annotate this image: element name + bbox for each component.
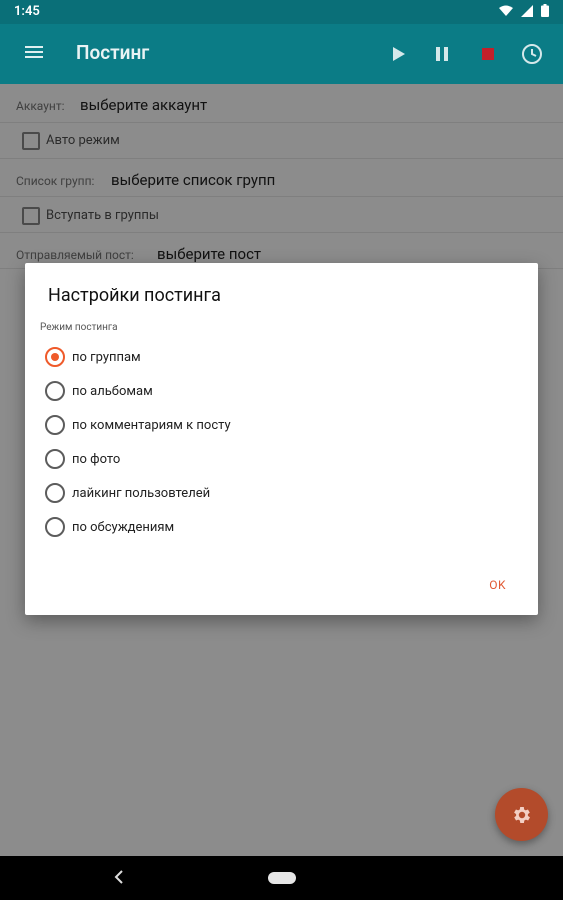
radio-label: по группам (72, 349, 141, 365)
stop-button[interactable] (475, 41, 501, 67)
auto-mode-checkbox[interactable] (22, 132, 40, 150)
status-icons (499, 4, 549, 17)
navigation-bar (0, 856, 563, 900)
menu-icon[interactable] (22, 40, 46, 64)
radio-option-albums[interactable]: по альбомам (45, 378, 153, 404)
page-title: Постинг (76, 41, 150, 64)
settings-fab[interactable] (495, 788, 548, 841)
signal-icon (521, 4, 533, 17)
account-label: Аккаунт: (16, 99, 65, 113)
radio-label: по комментариям к посту (72, 417, 231, 433)
gear-icon (513, 806, 530, 823)
radio-label: лайкинг пользовтелей (72, 485, 211, 501)
play-icon (393, 47, 405, 61)
back-icon[interactable] (112, 869, 128, 885)
auto-mode-row[interactable]: Авто режим (0, 122, 563, 159)
battery-icon (541, 4, 549, 17)
radio-option-discussions[interactable]: по обсуждениям (45, 514, 174, 540)
post-value[interactable]: выберите пост (157, 245, 261, 263)
radio-button[interactable] (45, 415, 65, 435)
status-time: 1:45 (14, 4, 40, 19)
dialog-title: Настройки постинга (48, 285, 221, 306)
radio-button[interactable] (45, 449, 65, 469)
radio-button[interactable] (45, 347, 65, 367)
wifi-icon (499, 5, 513, 16)
radio-button[interactable] (45, 517, 65, 537)
groups-value[interactable]: выберите список групп (111, 171, 275, 189)
groups-row[interactable]: Список групп: выберите список групп (0, 158, 563, 197)
radio-option-photo[interactable]: по фото (45, 446, 120, 472)
home-pill[interactable] (268, 872, 296, 884)
stop-icon (482, 48, 494, 60)
pause-icon (436, 47, 448, 61)
account-value[interactable]: выберите аккаунт (80, 96, 207, 114)
join-groups-row[interactable]: Вступать в группы (0, 196, 563, 233)
auto-mode-label: Авто режим (46, 133, 120, 148)
radio-option-post-comments[interactable]: по комментариям к посту (45, 412, 231, 438)
radio-label: по фото (72, 451, 121, 467)
radio-label: по обсуждениям (72, 519, 175, 535)
app-bar: Постинг (0, 24, 563, 84)
posting-mode-label: Режим постинга (40, 322, 118, 333)
pause-button[interactable] (429, 41, 455, 67)
account-row[interactable]: Аккаунт: выберите аккаунт (0, 84, 563, 123)
radio-option-groups[interactable]: по группам (45, 344, 141, 370)
posting-settings-dialog: Настройки постинга Режим постинга по гру… (25, 263, 538, 615)
join-groups-label: Вступать в группы (46, 208, 159, 223)
radio-button[interactable] (45, 483, 65, 503)
play-button[interactable] (386, 41, 412, 67)
schedule-button[interactable] (519, 41, 545, 67)
clock-icon (522, 44, 542, 64)
groups-label: Список групп: (16, 174, 95, 188)
ok-button[interactable]: OK (489, 578, 506, 592)
radio-button[interactable] (45, 381, 65, 401)
join-groups-checkbox[interactable] (22, 207, 40, 225)
radio-option-user-liking[interactable]: лайкинг пользовтелей (45, 480, 210, 506)
status-bar: 1:45 (0, 0, 563, 24)
post-label: Отправляемый пост: (16, 248, 134, 262)
radio-label: по альбомам (72, 383, 153, 399)
